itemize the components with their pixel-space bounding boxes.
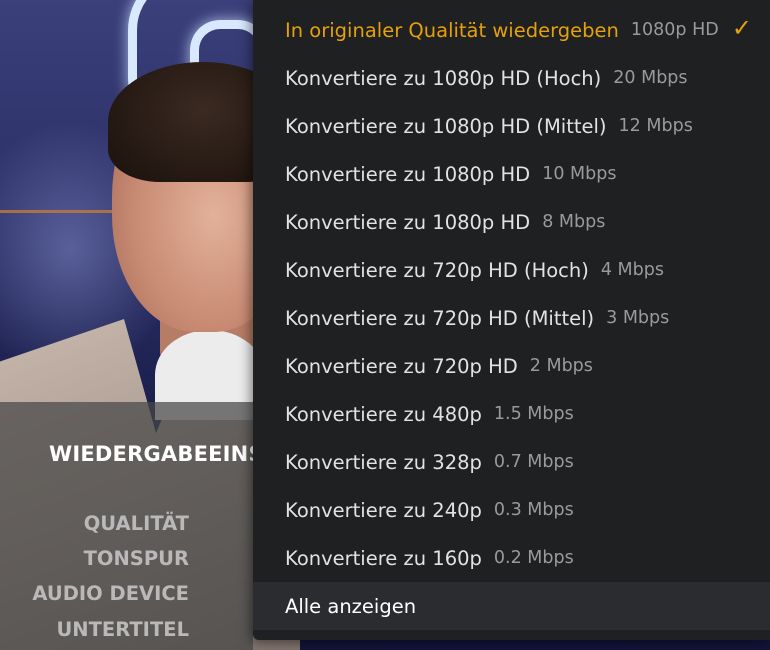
quality-option[interactable]: Konvertiere zu 480p 1.5 Mbps	[253, 390, 770, 438]
quality-option-label: Konvertiere zu 480p	[285, 402, 482, 426]
quality-option-label: Konvertiere zu 1080p HD (Mittel)	[285, 114, 607, 138]
quality-option-original[interactable]: In originaler Qualität wiedergeben 1080p…	[253, 6, 770, 54]
quality-option-rate: 0.2 Mbps	[493, 548, 574, 568]
quality-option[interactable]: Konvertiere zu 160p 0.2 Mbps	[253, 534, 770, 582]
quality-option[interactable]: Konvertiere zu 1080p HD (Mittel) 12 Mbps	[253, 102, 770, 150]
show-all-label: Alle anzeigen	[285, 594, 417, 618]
quality-option-rate: 2 Mbps	[529, 356, 593, 376]
quality-option-label: Konvertiere zu 328p	[285, 450, 482, 474]
quality-option-label: Konvertiere zu 720p HD (Hoch)	[285, 258, 589, 282]
quality-option[interactable]: Konvertiere zu 1080p HD (Hoch) 20 Mbps	[253, 54, 770, 102]
quality-option-label: Konvertiere zu 1080p HD (Hoch)	[285, 66, 602, 90]
quality-option-label: Konvertiere zu 720p HD (Mittel)	[285, 306, 595, 330]
quality-option-label: Konvertiere zu 1080p HD	[285, 162, 531, 186]
quality-option-rate: 10 Mbps	[542, 164, 617, 184]
quality-option-rate: 0.3 Mbps	[493, 500, 574, 520]
settings-item-audio-track[interactable]: TONSPUR	[0, 547, 189, 570]
quality-option-rate: 1080p HD	[630, 20, 719, 40]
quality-option[interactable]: Konvertiere zu 720p HD (Mittel) 3 Mbps	[253, 294, 770, 342]
quality-option-rate: 20 Mbps	[613, 68, 688, 88]
settings-item-subtitles[interactable]: UNTERTITEL	[0, 618, 189, 641]
quality-option[interactable]: Konvertiere zu 720p HD (Hoch) 4 Mbps	[253, 246, 770, 294]
quality-option-rate: 12 Mbps	[618, 116, 693, 136]
quality-option-label: Konvertiere zu 720p HD	[285, 354, 518, 378]
quality-option-rate: 8 Mbps	[542, 212, 606, 232]
quality-option-rate: 1.5 Mbps	[493, 404, 574, 424]
quality-option-label: Konvertiere zu 160p	[285, 546, 482, 570]
quality-option-rate: 3 Mbps	[606, 308, 670, 328]
playback-settings-title: WIEDERGABEEINS	[49, 442, 264, 466]
quality-option[interactable]: Konvertiere zu 240p 0.3 Mbps	[253, 486, 770, 534]
quality-option[interactable]: Konvertiere zu 720p HD 2 Mbps	[253, 342, 770, 390]
quality-option[interactable]: Konvertiere zu 1080p HD 8 Mbps	[253, 198, 770, 246]
quality-option[interactable]: Konvertiere zu 1080p HD 10 Mbps	[253, 150, 770, 198]
show-all-button[interactable]: Alle anzeigen	[253, 582, 770, 630]
quality-option[interactable]: Konvertiere zu 328p 0.7 Mbps	[253, 438, 770, 486]
settings-item-quality[interactable]: QUALITÄT	[0, 512, 189, 535]
quality-option-label: Konvertiere zu 1080p HD	[285, 210, 531, 234]
quality-dropdown-menu: In originaler Qualität wiedergeben 1080p…	[253, 0, 770, 640]
quality-option-rate: 4 Mbps	[600, 260, 664, 280]
settings-item-audio-device[interactable]: AUDIO DEVICE	[0, 582, 189, 605]
quality-option-rate: 0.7 Mbps	[493, 452, 574, 472]
quality-option-label: In originaler Qualität wiedergeben	[285, 18, 619, 42]
quality-option-label: Konvertiere zu 240p	[285, 498, 482, 522]
checkmark-icon: ✓	[731, 14, 752, 42]
